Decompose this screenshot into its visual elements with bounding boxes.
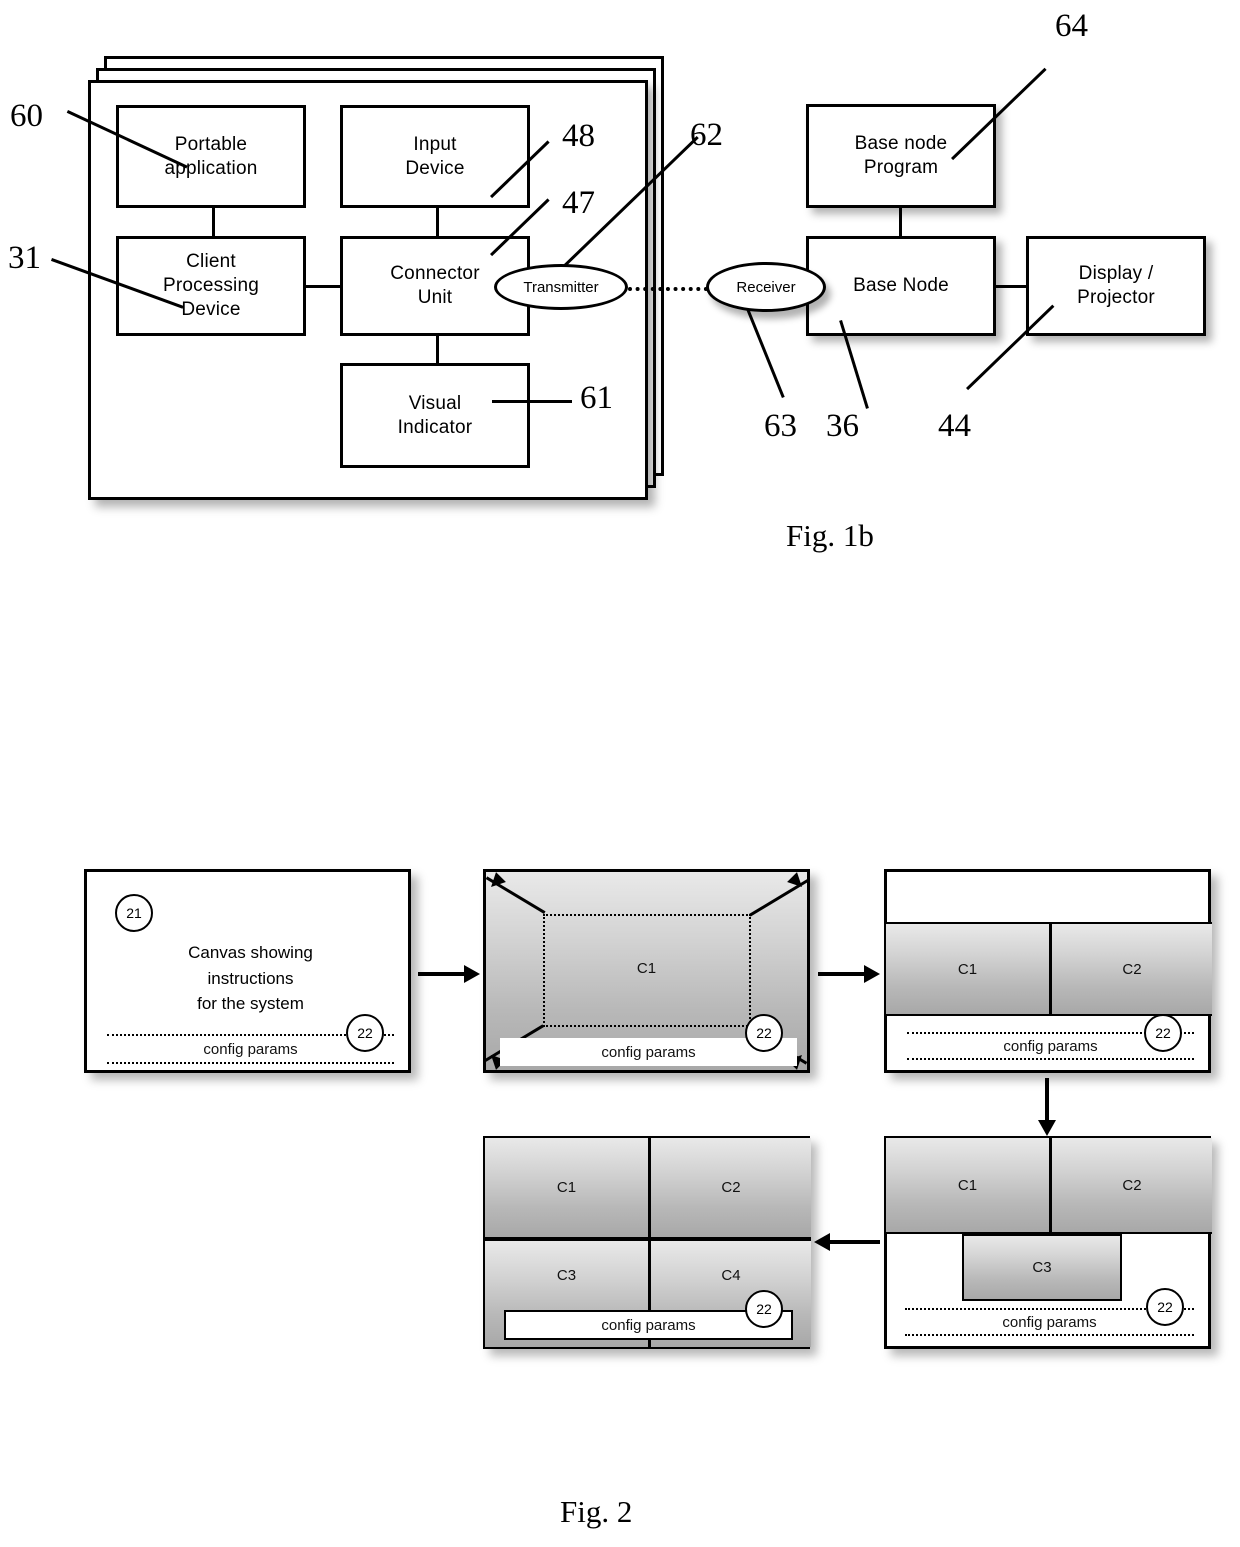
flow-arrow-2 <box>818 965 880 983</box>
figure-2: 21 Canvas showing instructions for the s… <box>0 0 1240 1547</box>
client-cell-c2-label: C2 <box>1122 1176 1142 1194</box>
panel-single-client: C1 config params 22 <box>483 869 810 1073</box>
client-cell-c1: C1 <box>886 1138 1051 1234</box>
client-cell-c3-label: C3 <box>556 1267 577 1284</box>
config-marker-22: 22 <box>346 1014 384 1052</box>
config-params-label: config params <box>601 1316 696 1334</box>
receiver-label: Receiver <box>736 278 796 296</box>
client-cell-c1: C1 <box>485 1138 650 1239</box>
client-cell-c2-label: C2 <box>1122 960 1142 978</box>
client-cell-c4-label: C4 <box>721 1267 741 1284</box>
config-params-label: config params <box>1003 1037 1098 1055</box>
config-marker-22-label: 22 <box>756 1301 772 1317</box>
previous-bounds-outline <box>543 914 751 1027</box>
client-cell-c1-label: C1 <box>957 960 978 978</box>
panel-four-clients: C1 C2 C3 C4 config params 22 <box>483 1136 811 1349</box>
client-cell-c1-label: C1 <box>957 1176 978 1194</box>
client-cell-c2: C2 <box>1050 1138 1212 1234</box>
figure-2-caption: Fig. 2 <box>560 1494 633 1529</box>
canvas-marker-21-label: 21 <box>126 905 142 921</box>
config-marker-22: 22 <box>1144 1014 1182 1052</box>
config-marker-22-label: 22 <box>357 1025 373 1041</box>
config-params-label: config params <box>203 1040 298 1058</box>
config-params-label: config params <box>601 1043 696 1061</box>
config-marker-22-label: 22 <box>756 1025 772 1041</box>
flow-arrow-1 <box>418 965 480 983</box>
client-cell-c1: C1 <box>886 922 1051 1016</box>
panel-three-clients: C1 C2 C3 config params 22 <box>884 1136 1212 1349</box>
client-cell-c1-label: C1 <box>556 1179 577 1196</box>
client-cell-c2: C2 <box>649 1138 811 1239</box>
panel-initial-canvas: 21 Canvas showing instructions for the s… <box>84 869 411 1073</box>
config-marker-22: 22 <box>1146 1288 1184 1326</box>
config-params-label: config params <box>1002 1313 1097 1331</box>
client-cell-c2: C2 <box>1050 922 1212 1016</box>
panel-two-clients-banded: C1 C2 config params 22 <box>884 869 1212 1073</box>
canvas-instruction-text: Canvas showing instructions for the syst… <box>188 943 313 1013</box>
transmitter-label: Transmitter <box>523 278 599 296</box>
config-marker-22-label: 22 <box>1155 1025 1171 1041</box>
client-cell-c3: C3 <box>962 1234 1122 1301</box>
client-cell-c2-label: C2 <box>721 1179 741 1196</box>
transmitter-ellipse: Transmitter <box>494 264 628 310</box>
config-marker-22: 22 <box>745 1290 783 1328</box>
flow-arrow-3 <box>1038 1078 1056 1136</box>
client-cell-c3-label: C3 <box>1032 1259 1052 1276</box>
canvas-marker-21: 21 <box>115 894 153 932</box>
flow-arrow-4 <box>814 1233 880 1251</box>
config-marker-22-label: 22 <box>1157 1299 1173 1315</box>
config-marker-22: 22 <box>745 1014 783 1052</box>
receiver-ellipse: Receiver <box>706 262 826 312</box>
